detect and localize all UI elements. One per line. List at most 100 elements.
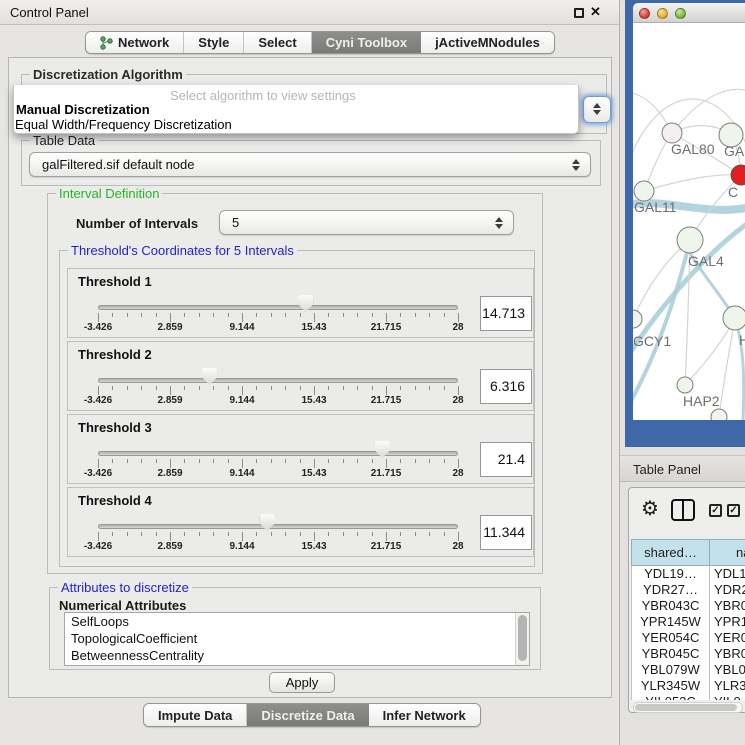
interval-definition-title: Interval Definition [56,186,162,201]
slider-track[interactable] [98,305,458,310]
tick-mark [314,386,315,395]
tick-mark [98,386,99,395]
tab-infer-network[interactable]: Infer Network [369,704,480,726]
column-header-name[interactable]: na [710,539,745,566]
mac-zoom-icon[interactable] [675,8,686,19]
table-row[interactable]: YDL19…YDL1 [632,566,745,582]
threshold-value-field[interactable]: 6.316 [480,369,532,404]
tick-mark [141,313,142,317]
table-data-combobox[interactable]: galFiltered.sif default node [29,152,591,177]
network-canvas[interactable]: GAL80GACGAL11GAL4GCY1HHAP2 [633,23,745,420]
table-row[interactable]: YIL052CYIL0 [632,694,745,700]
tick-mark [300,459,301,463]
tick-mark [328,532,329,536]
network-node[interactable] [731,165,745,185]
network-node[interactable] [711,409,727,420]
tick-mark [184,532,185,536]
slider-track[interactable] [98,378,458,383]
mac-minimize-icon[interactable] [657,8,668,19]
slider-track[interactable] [98,451,458,456]
tick-mark [285,386,286,390]
network-node[interactable] [634,181,654,201]
tab-label: Discretize Data [261,708,354,723]
slider-ticks [98,386,458,395]
tick-mark [213,459,214,463]
slider-scale-labels: -3.4262.8599.14415.4321.71528 [98,395,458,407]
tab-label: Infer Network [383,708,466,723]
tick-mark [228,532,229,536]
table-row[interactable]: YLR345WYLR3 [632,678,745,694]
algorithm-option-equal-width[interactable]: Equal Width/Frequency Discretization [15,117,232,132]
tick-mark [458,532,459,541]
table-panel-section: Table Panel ⚙ ✓ ✓ shared… na YDL19…YDL1Y… [620,447,745,745]
table-row[interactable]: YBR043CYBR0 [632,598,745,614]
table-row[interactable]: YPR145WYPR1 [632,614,745,630]
network-node[interactable] [662,123,682,143]
float-window-icon[interactable] [574,8,584,18]
number-of-intervals-spinner[interactable]: 5 [219,210,514,235]
network-window-titlebar[interactable] [633,3,745,23]
close-icon[interactable]: ✕ [590,4,601,20]
tab-label: Network [118,35,169,50]
attribute-item[interactable]: BetweennessCentrality [65,647,529,664]
tab-style[interactable]: Style [183,32,243,53]
tab-jactivemnodules[interactable]: jActiveMNodules [421,32,554,53]
checkbox-icon-2[interactable]: ✓ [727,504,740,517]
attributes-section-title: Attributes to discretize [58,580,192,595]
tick-mark [357,313,358,317]
tick-mark [400,459,401,463]
network-node[interactable] [677,227,703,253]
table-row[interactable]: YBL079WYBL0 [632,662,745,678]
tick-mark [458,459,459,468]
network-node[interactable] [633,310,642,328]
numerical-attributes-list[interactable]: SelfLoopsTopologicalCoefficientBetweenne… [64,612,530,666]
scale-label: 2.859 [157,468,182,479]
tick-mark [343,459,344,463]
tab-impute-data[interactable]: Impute Data [144,704,246,726]
table-horizontal-scrollbar[interactable] [633,702,743,713]
slider-track[interactable] [98,524,458,529]
table-hscroll-thumb[interactable] [635,704,737,711]
apply-button[interactable]: Apply [269,672,335,693]
tab-discretize-data[interactable]: Discretize Data [246,704,368,726]
scale-label: 28 [452,541,463,552]
scale-label: 15.43 [301,541,326,552]
threshold-value-field[interactable]: 11.344 [480,515,532,550]
tick-mark [199,532,200,536]
threshold-value-field[interactable]: 21.4 [480,442,532,477]
tick-mark [112,386,113,390]
tick-mark [386,313,387,322]
bottom-tab-bar: Impute Data Discretize Data Infer Network [143,703,481,727]
tick-mark [256,532,257,536]
network-node[interactable] [677,377,693,393]
algorithm-popup-hint: Select algorithm to view settings [170,88,356,103]
threshold-value-field[interactable]: 14.713 [480,296,532,331]
tab-cyni-toolbox[interactable]: Cyni Toolbox [311,32,421,53]
tick-mark [242,313,243,322]
table-row[interactable]: YDR27…YDR2 [632,582,745,598]
scale-label: 21.715 [371,322,402,333]
tick-mark [372,459,373,463]
column-layout-icon[interactable] [671,499,695,521]
attribute-item[interactable]: SelfLoops [65,613,529,630]
tab-network[interactable]: Network [86,32,183,53]
tab-select[interactable]: Select [243,32,310,53]
tick-mark [141,459,142,463]
algorithm-option-manual[interactable]: Manual Discretization [16,102,150,117]
table-row[interactable]: YBR045CYBR0 [632,646,745,662]
gear-icon[interactable]: ⚙ [641,496,659,521]
attributes-scrollbar-thumb[interactable] [518,615,527,661]
mac-close-icon[interactable] [639,8,650,19]
network-node[interactable] [723,306,745,330]
table-row[interactable]: YER054CYER0 [632,630,745,646]
column-header-shared-name[interactable]: shared… [631,539,710,566]
tick-mark [415,386,416,390]
attribute-item[interactable]: TopologicalCoefficient [65,630,529,647]
tab-label: Style [198,35,229,50]
algorithm-combobox-end[interactable] [583,96,611,123]
tick-mark [444,459,445,463]
table-header-row: shared… na [631,539,745,566]
scale-label: 2.859 [157,395,182,406]
attributes-scrollbar[interactable] [515,613,529,665]
checkbox-icon-1[interactable]: ✓ [709,504,722,517]
